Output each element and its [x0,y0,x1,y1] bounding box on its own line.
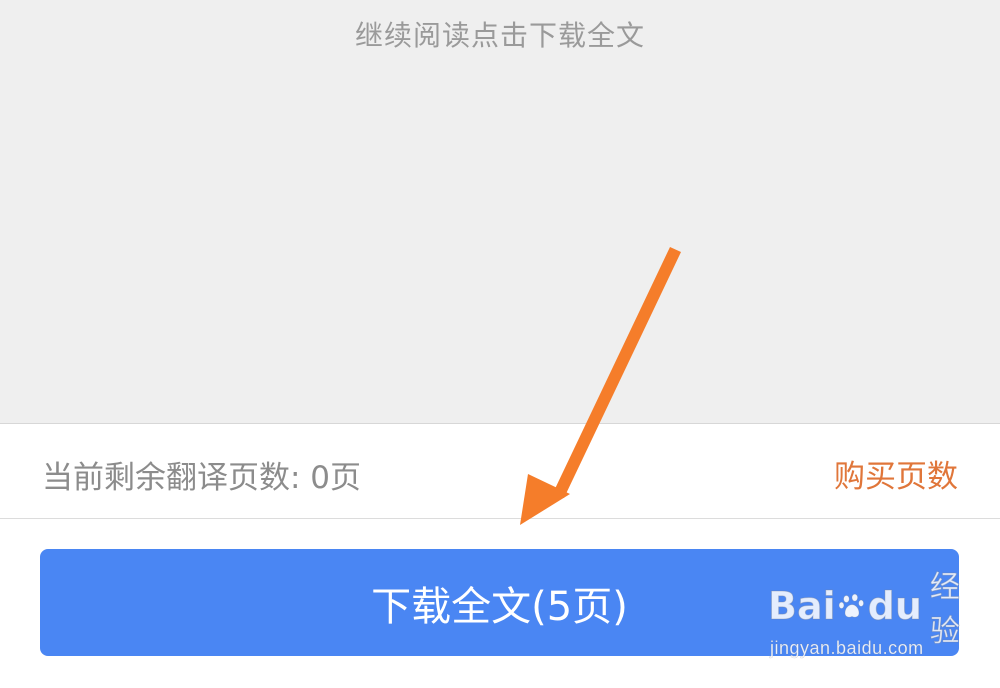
translation-quota-row: 当前剩余翻译页数: 0页 购买页数 [0,424,1000,519]
document-preview-area: 继续阅读点击下载全文 [0,0,1000,424]
remaining-pages-label: 当前剩余翻译页数: 0页 [42,460,362,496]
download-button-label: 下载全文(5页) [371,583,628,630]
buy-pages-link[interactable]: 购买页数 [834,451,958,496]
download-full-text-button[interactable]: 下载全文(5页) [40,549,959,656]
continue-reading-hint: 继续阅读点击下载全文 [354,19,645,52]
